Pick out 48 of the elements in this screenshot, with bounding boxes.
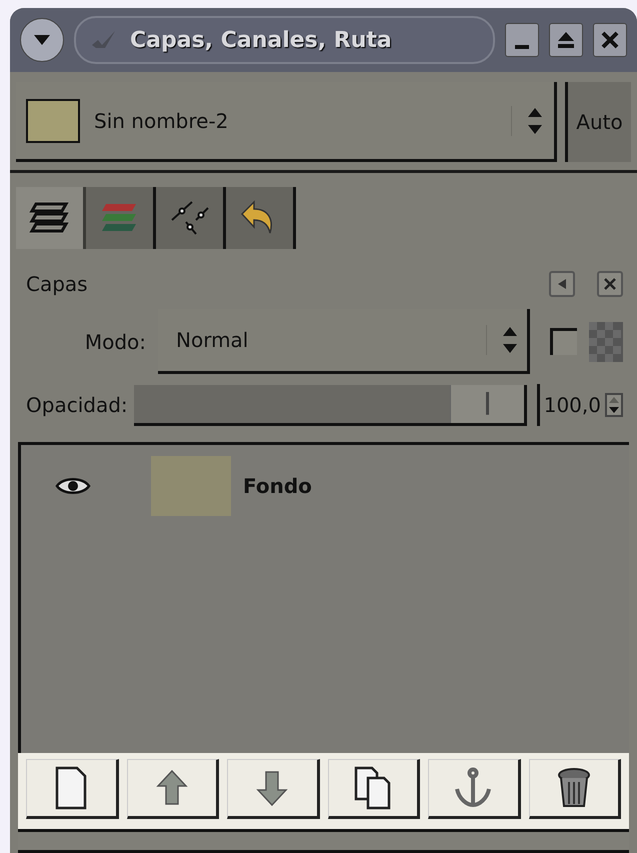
mode-value: Normal xyxy=(176,328,250,352)
up-arrow-icon xyxy=(607,395,621,405)
mode-dropdown[interactable]: Normal xyxy=(158,309,530,374)
opacity-label: Opacidad: xyxy=(26,393,128,417)
eject-icon xyxy=(557,31,575,49)
layer-name: Fondo xyxy=(243,474,312,498)
dock-tab[interactable] xyxy=(226,187,296,249)
window-title: Capas, Canales, Ruta xyxy=(130,28,392,52)
updown-icon xyxy=(511,106,544,136)
layer-action-button[interactable] xyxy=(26,759,118,819)
layer-action-button[interactable] xyxy=(328,759,420,819)
new-page-icon xyxy=(54,766,88,810)
layer-action-button[interactable] xyxy=(528,759,621,819)
close-icon xyxy=(601,31,619,49)
anchor-icon xyxy=(453,767,494,809)
image-name: Sin nombre-2 xyxy=(94,108,230,132)
slider-thumb[interactable] xyxy=(450,384,524,422)
minimize-button[interactable] xyxy=(505,23,539,57)
opacity-value: 100,0 xyxy=(544,393,601,417)
up-arrow-icon xyxy=(154,768,189,808)
down-arrow-icon xyxy=(607,405,621,415)
image-selector[interactable]: Sin nombre-2 xyxy=(16,82,557,162)
auto-button[interactable]: Auto xyxy=(565,82,631,162)
window-menu-button[interactable] xyxy=(20,18,64,62)
layer-action-button[interactable] xyxy=(126,759,219,819)
layer-row[interactable]: Fondo xyxy=(21,451,629,521)
dock-tab[interactable] xyxy=(86,187,156,249)
close-button[interactable] xyxy=(593,23,627,57)
minimize-icon xyxy=(515,45,529,49)
close-tab-button[interactable] xyxy=(597,271,623,297)
panel-title: Capas xyxy=(26,272,88,296)
duplicate-icon xyxy=(352,766,393,810)
lock-alpha-checkbox[interactable] xyxy=(550,328,577,355)
caret-icon xyxy=(33,34,51,46)
updown-icon xyxy=(486,325,519,355)
maximize-button[interactable] xyxy=(549,23,583,57)
opacity-spinbox[interactable]: 100,0 xyxy=(536,384,623,426)
triangle-left-icon xyxy=(556,278,568,290)
dock-tab[interactable] xyxy=(16,187,86,249)
close-icon xyxy=(604,278,616,290)
mode-label: Modo: xyxy=(84,330,146,354)
layer-action-button[interactable] xyxy=(428,759,520,819)
image-thumbnail xyxy=(26,98,80,142)
eye-icon[interactable] xyxy=(55,475,91,497)
layer-action-button[interactable] xyxy=(227,759,320,819)
tab-menu-button[interactable] xyxy=(549,271,575,297)
trash-icon xyxy=(556,766,592,810)
checkerboard-icon xyxy=(589,322,623,362)
